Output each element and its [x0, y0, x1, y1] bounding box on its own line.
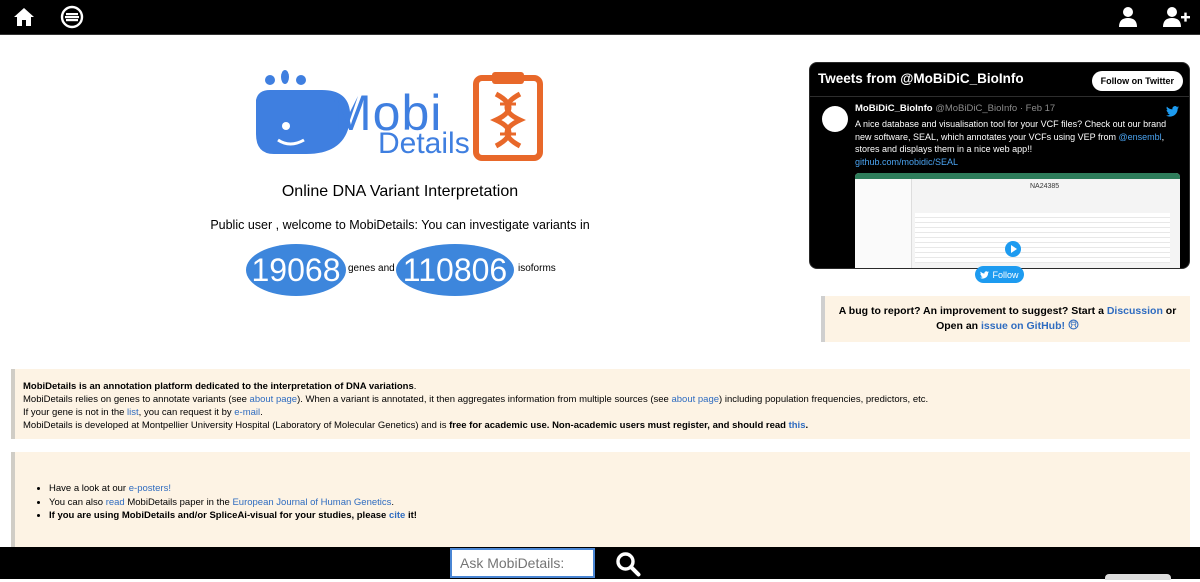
about-text: If your gene is not in the: [23, 407, 128, 418]
list-item: If you are using MobiDetails and/or Spli…: [49, 509, 1190, 523]
search-icon[interactable]: [615, 551, 641, 577]
about-headline-end: .: [413, 381, 417, 392]
twitter-timeline-widget[interactable]: Tweets from @MoBiDiC_BioInfo Follow on T…: [809, 62, 1190, 269]
journal-link[interactable]: European Journal of Human Genetics: [232, 497, 391, 508]
resource-text: .: [391, 496, 395, 508]
divider: [810, 96, 1189, 97]
about-text: , you can request it by: [138, 407, 235, 418]
follow-on-twitter-button[interactable]: Follow on Twitter: [1091, 71, 1183, 91]
corner-tab[interactable]: [1105, 574, 1171, 580]
discussion-link[interactable]: Discussion: [1107, 305, 1163, 317]
list-item: You can also read MobiDetails paper in t…: [49, 496, 1190, 510]
tweet-header: MoBiDiC_BioInfo @MoBiDiC_BioInfo · Feb 1…: [855, 103, 1055, 114]
circle-menu-icon[interactable]: [60, 5, 84, 29]
resource-text: You can also: [49, 496, 106, 508]
license-link[interactable]: this: [789, 420, 806, 431]
bug-report-callout: A bug to report? An improvement to sugge…: [821, 296, 1190, 342]
resource-text: MobiDetails paper in the: [124, 496, 233, 508]
bottom-search-bar: [0, 547, 1200, 579]
about-text: MobiDetails relies on genes to annotate …: [23, 394, 250, 405]
tweet-url-link[interactable]: github.com/mobidic/SEAL: [855, 157, 958, 167]
license-end: .: [805, 420, 809, 431]
isoforms-count-badge: 110806: [396, 244, 514, 296]
resource-text: it!: [405, 510, 417, 521]
media-title: NA24385: [1030, 183, 1060, 190]
about-text: ) including population frequencies, pred…: [719, 394, 929, 405]
e-posters-link[interactable]: e-posters!: [129, 483, 171, 494]
about-panel: MobiDetails is an annotation platform de…: [11, 369, 1190, 439]
tweet-text: A nice database and visualisation tool f…: [855, 118, 1170, 168]
media-table: [915, 213, 1170, 263]
about-text: ). When a variant is annotated, it then …: [297, 394, 672, 405]
resources-panel: Have a look at our e-posters! You can al…: [11, 452, 1190, 547]
media-sidebar: [855, 179, 912, 268]
top-navbar: [0, 0, 1200, 35]
resource-text: If you are using MobiDetails and/or Spli…: [49, 510, 389, 521]
about-line-2: MobiDetails relies on genes to annotate …: [23, 393, 1190, 406]
about-line-4: MobiDetails is developed at Montpellier …: [23, 419, 1190, 432]
resources-list: Have a look at our e-posters! You can al…: [35, 482, 1190, 523]
about-page-link-1[interactable]: about page: [250, 394, 298, 405]
resource-text: Have a look at our: [49, 483, 129, 494]
tweet-handle-date[interactable]: @MoBiDiC_BioInfo · Feb 17: [935, 103, 1055, 114]
follow-label: Follow: [992, 269, 1019, 280]
about-headline: MobiDetails is an annotation platform de…: [23, 381, 414, 392]
github-icon[interactable]: [1068, 319, 1079, 330]
twitter-widget-title: Tweets from @MoBiDiC_BioInfo: [818, 71, 1024, 86]
isoforms-count-label: isoforms: [518, 263, 556, 274]
gene-list-link[interactable]: list: [127, 407, 139, 418]
email-link[interactable]: e-mail: [234, 407, 260, 418]
twitter-follow-button[interactable]: Follow: [975, 266, 1024, 283]
bug-text-1: A bug to report? An improvement to sugge…: [838, 305, 1107, 317]
add-user-icon[interactable]: [1162, 5, 1190, 29]
tweet-author[interactable]: MoBiDiC_BioInfo: [855, 103, 933, 114]
about-text: MobiDetails is developed at Montpellier …: [23, 420, 450, 431]
tweet-media-preview[interactable]: NA24385: [855, 173, 1180, 268]
genes-count-badge: 19068: [246, 244, 346, 296]
read-paper-link[interactable]: read: [106, 497, 125, 508]
mention-link[interactable]: @ensembl: [1118, 132, 1161, 142]
page-subtitle: Online DNA Variant Interpretation: [281, 183, 519, 200]
about-text: .: [260, 407, 263, 418]
welcome-text: Public user , welcome to MobiDetails: Yo…: [210, 218, 590, 232]
cite-link[interactable]: cite: [389, 510, 405, 521]
bug-text-2: or: [1162, 305, 1177, 317]
about-page-link-2[interactable]: about page: [671, 394, 719, 405]
about-line-3: If your gene is not in the list, you can…: [23, 406, 1190, 419]
bug-text-3: Open an: [936, 320, 981, 332]
play-icon[interactable]: [1005, 241, 1021, 257]
home-icon[interactable]: [12, 5, 36, 29]
list-item: Have a look at our e-posters!: [49, 482, 1190, 496]
search-input[interactable]: [450, 548, 595, 578]
genes-count-label: genes and: [348, 263, 395, 274]
license-text: free for academic use. Non-academic user…: [449, 420, 789, 431]
user-icon[interactable]: [1116, 5, 1140, 29]
logo-text-details: Details: [378, 127, 470, 160]
github-issue-link[interactable]: issue on GitHub!: [981, 320, 1065, 332]
avatar[interactable]: [822, 106, 848, 132]
about-line-1: MobiDetails is an annotation platform de…: [23, 380, 1190, 393]
